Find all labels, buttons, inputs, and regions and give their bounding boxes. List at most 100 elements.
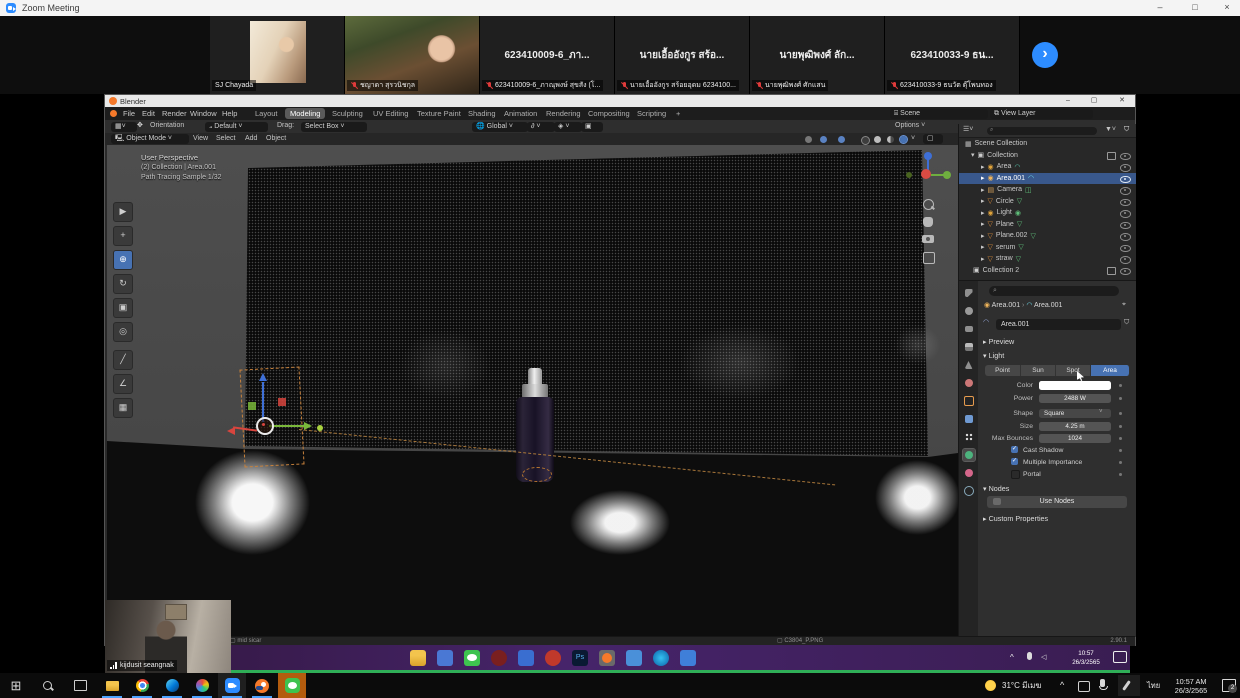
chrome-icon[interactable] (128, 673, 156, 698)
select-box-dropdown[interactable]: Select Box ˅ (301, 122, 367, 132)
color-swatch[interactable] (1039, 381, 1111, 390)
light-type-spot[interactable]: Spot (1056, 365, 1091, 376)
outliner-row-plane002[interactable]: ▸ ▽ Plane.002 ▽ (959, 230, 1136, 242)
transform-orientation-dropdown[interactable]: ⟓ Default ˅ (205, 122, 268, 132)
presenter-app-icon[interactable] (518, 650, 534, 666)
animate-dot[interactable] (1119, 437, 1122, 440)
presenter-action-center-icon[interactable] (1113, 651, 1127, 663)
weather-text[interactable]: 31°C มีเมฆ (1002, 673, 1041, 698)
tab-texture-paint[interactable]: Texture Paint (412, 108, 466, 119)
presenter-speaker-icon[interactable]: ◁ (1041, 653, 1046, 661)
rendered-shading-icon[interactable] (900, 136, 907, 143)
tab-uv-editing[interactable]: UV Editing (368, 108, 413, 119)
scene-tab-icon[interactable] (963, 359, 975, 371)
gizmo-y-axis[interactable] (269, 425, 305, 427)
editor-type-icon[interactable]: ☰˅ (963, 124, 973, 136)
zoom-view-icon[interactable] (923, 199, 934, 210)
backdrop-plane[interactable] (245, 150, 928, 456)
gizmo-plane-handle-red[interactable] (278, 398, 286, 406)
presenter-tray-chevron[interactable]: ^ (1010, 653, 1014, 662)
outliner-row-scene-collection[interactable]: ▦ Scene Collection (959, 138, 1136, 150)
tab-sculpting[interactable]: Sculpting (327, 108, 368, 119)
preview-section-header[interactable]: ▸ Preview (983, 336, 1014, 347)
presenter-app-icon[interactable] (545, 650, 561, 666)
presenter-explorer-icon[interactable] (410, 650, 426, 666)
snapping-icon[interactable]: ▣ (581, 122, 603, 132)
presenter-photoshop-icon[interactable]: Ps (572, 650, 588, 666)
outliner-options-icon[interactable]: ⛉ (1124, 124, 1129, 136)
animate-dot[interactable] (1119, 397, 1122, 400)
ortho-toggle-icon[interactable] (923, 252, 935, 264)
cursor-tool-icon[interactable]: + (113, 226, 133, 246)
measure-tool-icon[interactable]: ∠ (113, 374, 133, 394)
options-dropdown[interactable]: Options ˅ (895, 120, 925, 132)
cast-shadow-checkbox[interactable]: ✓ (1011, 446, 1018, 453)
animate-dot[interactable] (1119, 473, 1122, 476)
scale-tool-icon[interactable]: ▣ (113, 298, 133, 318)
menu-render[interactable]: Render (162, 107, 187, 120)
outliner-row-circle[interactable]: ▸ ▽ Circle ▽ (959, 196, 1136, 208)
move-tool-icon[interactable]: ⊕ (113, 250, 133, 270)
eye-icon[interactable] (1120, 233, 1131, 241)
eye-icon[interactable] (1120, 187, 1131, 195)
self-view-video[interactable]: kijdusit seangnak (105, 600, 231, 673)
participant-tile[interactable]: นายเอื้ออังกูร สร้อ... นายเอื้ออังกูร สร… (615, 16, 750, 94)
tab-shading[interactable]: Shading (463, 108, 501, 119)
task-view-button[interactable] (66, 673, 94, 698)
outliner-row-area001-selected[interactable]: ▸ ◉ Area.001 ◠ (959, 173, 1136, 185)
filter-funnel-icon[interactable]: ▼˅ (1105, 124, 1116, 136)
search-button[interactable] (34, 673, 62, 698)
mic-tray-icon[interactable] (1100, 679, 1105, 687)
pen-tray-button[interactable] (1118, 675, 1140, 696)
presenter-blender-icon-active[interactable] (599, 650, 615, 666)
blender-minimize-button[interactable]: – (1057, 95, 1079, 107)
presenter-app-icon[interactable] (437, 650, 453, 666)
breadcrumb-data[interactable]: Area.001 (1034, 302, 1062, 309)
light-type-area[interactable]: Area (1091, 365, 1130, 376)
onedrive-tray-icon[interactable] (1078, 681, 1090, 692)
presenter-app-icon[interactable] (491, 650, 507, 666)
zoom-app-icon-active[interactable] (218, 673, 246, 698)
presenter-edge-icon[interactable] (653, 650, 669, 666)
animate-dot[interactable] (1119, 425, 1122, 428)
transform-global-dropdown[interactable]: 🌐 Global ˅ (472, 122, 528, 132)
outliner-row-camera[interactable]: ▸ ▤ Camera ◫ (959, 184, 1136, 196)
tab-rendering[interactable]: Rendering (541, 108, 586, 119)
object-data-tab-icon[interactable] (963, 449, 975, 461)
outliner-search-input[interactable]: ⌕ (987, 127, 1097, 135)
annotate-tool-icon[interactable]: ╱ (113, 350, 133, 370)
add-primitive-tool-icon[interactable]: ▦ (113, 398, 133, 418)
eye-icon[interactable] (1120, 176, 1131, 184)
gizmo-z-axis[interactable] (262, 382, 264, 422)
object-mode-dropdown[interactable]: 🖳 Object Mode ˅ (111, 134, 189, 144)
area-light-outline[interactable] (239, 366, 304, 467)
maximize-button[interactable]: □ (1180, 0, 1210, 16)
tab-scripting[interactable]: Scripting (632, 108, 671, 119)
eye-icon[interactable] (1120, 153, 1131, 161)
menu-object[interactable]: Object (266, 133, 286, 145)
gizmo-plane-handle-green[interactable] (248, 402, 256, 410)
participant-tile[interactable]: นายพุฒิพงศ์ ลัก... นายพุฒิพงศ์ ศักแสน (750, 16, 885, 94)
select-box-tool-icon[interactable]: ▶ (113, 202, 133, 222)
snap-toggle-icon[interactable] (820, 136, 827, 143)
gizmo-center[interactable] (256, 417, 274, 435)
power-value[interactable]: 2488 W (1039, 394, 1111, 403)
menu-window[interactable]: Window (190, 107, 217, 120)
menu-file[interactable]: File (123, 107, 135, 120)
participant-tile[interactable]: 623410033-9 ธน... 623410033-9 ธนวัต ตุ๊โ… (885, 16, 1020, 94)
axis-origin-ball[interactable] (921, 169, 931, 179)
tool-dropdown-icon[interactable]: ▦˅ (111, 122, 137, 132)
wireframe-shading-icon[interactable] (861, 136, 870, 145)
eye-icon[interactable] (1120, 210, 1131, 218)
blender-taskbar-icon[interactable] (248, 673, 276, 698)
menu-select[interactable]: Select (216, 133, 235, 145)
close-button[interactable]: × (1212, 0, 1240, 16)
participant-tile[interactable]: 623410009-6_ภา... 623410009-6_ภาณุพงษ์ ส… (480, 16, 615, 94)
overlays-icon[interactable] (838, 136, 845, 143)
menu-help[interactable]: Help (222, 107, 237, 120)
file-explorer-icon[interactable] (98, 673, 126, 698)
shading-dropdown-arrow[interactable]: ˅ (911, 133, 915, 145)
tab-layout[interactable]: Layout (250, 108, 283, 119)
portal-checkbox[interactable] (1011, 470, 1020, 479)
use-nodes-button[interactable]: Use Nodes (987, 496, 1127, 508)
